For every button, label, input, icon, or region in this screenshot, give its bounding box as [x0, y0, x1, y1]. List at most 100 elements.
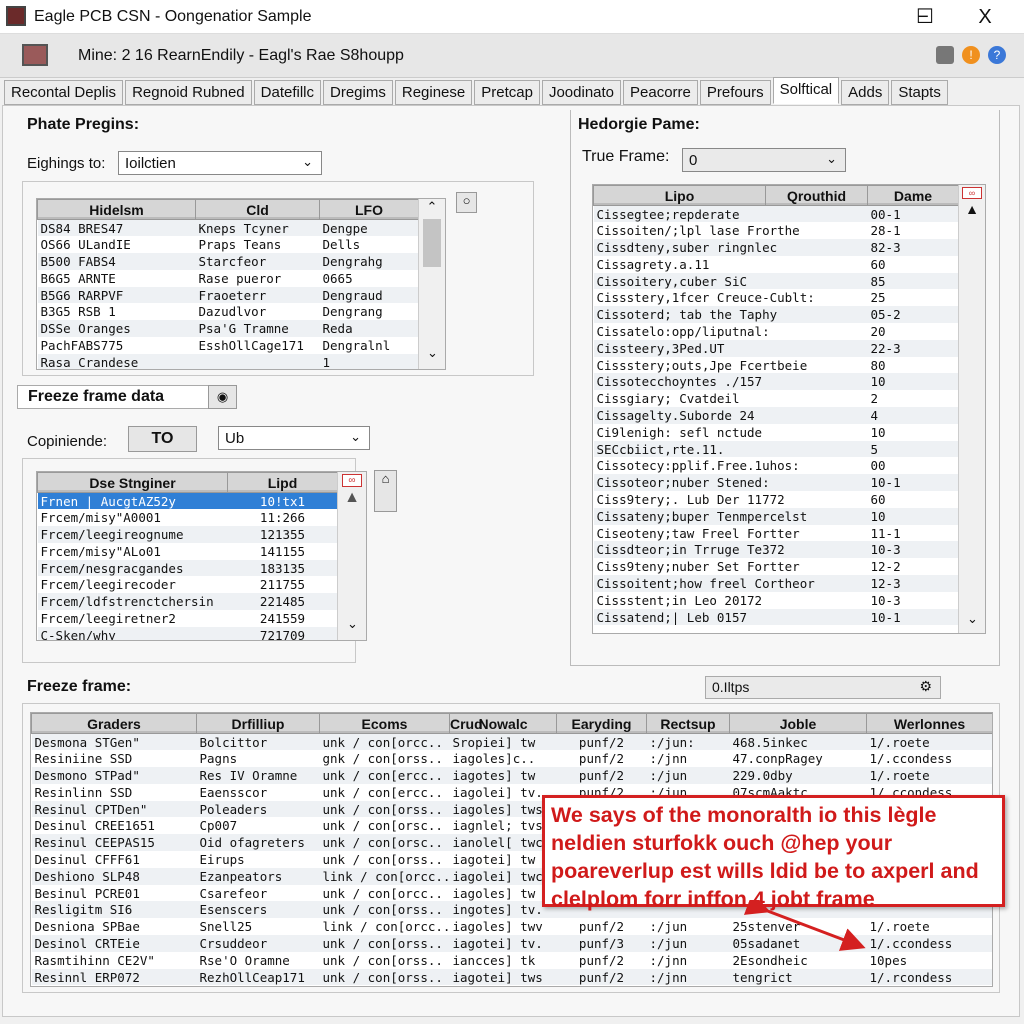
table-row[interactable]: Cissdteor;in Trruge Te372 10-3	[593, 541, 959, 559]
info-icon[interactable]: !	[962, 46, 980, 64]
table-row[interactable]: Cissatend;| Leb 0157 10-1	[593, 608, 959, 626]
column-header[interactable]: Graders	[31, 713, 197, 734]
table-row[interactable]: B500 FABS4 Starcfeor Dengrahg	[37, 253, 419, 270]
column-header[interactable]: Werlonnes	[866, 713, 992, 734]
table-row[interactable]: Resinnl ERP072 RezhOllCeap171 unk / con[or…	[31, 968, 992, 986]
users-icon[interactable]	[936, 46, 954, 64]
scroll-up-icon[interactable]: ▲	[338, 489, 366, 507]
table-row[interactable]: Cissoteor;nuber Stened: 10-1	[593, 474, 959, 492]
table-row[interactable]: Frcem/misy"A0001 11:266	[37, 509, 338, 527]
table-row[interactable]: Frcem/leegiretner2 241559	[37, 610, 338, 627]
scroll-up-icon[interactable]: ⌃	[419, 199, 445, 215]
table-row[interactable]: Cissoitery,cuber SiC 85	[593, 272, 959, 290]
home-icon[interactable]: ⌂	[374, 470, 397, 512]
tab-reginese[interactable]: Reginese	[394, 80, 473, 105]
table-row[interactable]: OS66 ULandIE Praps Teans Dells	[37, 236, 419, 254]
column-header[interactable]: Ecoms	[319, 713, 450, 734]
tab-stapts[interactable]: Stapts	[891, 80, 948, 105]
table-row[interactable]: Cissteery,3Ped.UT 22-3	[593, 339, 959, 357]
search-input[interactable]: 0.Iltps ⚙	[705, 676, 941, 699]
table-row[interactable]: Cissstent;in Leo 20172 10-3	[593, 591, 959, 609]
column-header[interactable]: Rectsup	[646, 713, 730, 734]
table-row[interactable]: Frnen | AucgtAZ52y 10!tx1	[37, 492, 338, 510]
scrollbar[interactable]: ⌃ ⌄	[418, 199, 445, 369]
table-row[interactable]: Cissotecy:pplif.Free.1uhos: 00	[593, 457, 959, 475]
tab-peacorre[interactable]: Peacorre	[623, 80, 698, 105]
tab-datefillc[interactable]: Datefillc	[253, 80, 322, 105]
copy-dropdown[interactable]: Ub ⌄	[218, 426, 370, 450]
true-frame-dropdown[interactable]: 0 ⌄	[682, 148, 846, 172]
scrollbar[interactable]: ∞ ▲ ⌄	[337, 472, 366, 640]
maximize-button[interactable]: ☐	[902, 4, 948, 30]
scrollbar[interactable]: ∞ ▲ ⌄	[958, 185, 985, 633]
column-header[interactable]: Dse Stnginer	[37, 472, 228, 493]
table-row[interactable]: DS84 BRES47 Kneps Tcyner Dengpe	[37, 219, 419, 237]
table-row[interactable]: DSSe Oranges Psa'G Tramne Reda	[37, 320, 419, 338]
tab-dregims[interactable]: Dregims	[323, 80, 393, 105]
table-row[interactable]: B5G6 RARPVF Fraoeterr Dengraud	[37, 286, 419, 304]
column-header[interactable]: Joble	[729, 713, 867, 734]
table-row[interactable]: PachFABS775 EsshOllCage171 Dengralnl	[37, 337, 419, 354]
search-icon[interactable]: ⚙	[919, 678, 932, 695]
freeze-frame-data-field[interactable]: Freeze frame data ◉	[17, 385, 237, 409]
table-row[interactable]: Frcem/misy"ALo01 141155	[37, 542, 338, 560]
table-row[interactable]: Cissoiten/;lpl lase Frorthe 28-1	[593, 222, 959, 240]
close-small-icon[interactable]: ∞	[962, 187, 982, 199]
table-row[interactable]: Frcem/leegireognume 121355	[37, 526, 338, 543]
table-row[interactable]: Cissegtee;repderate 00-1	[593, 205, 959, 223]
tab-regnoid-rubned[interactable]: Regnoid Rubned	[125, 80, 252, 105]
table-row[interactable]: Desmona STGen" Bolcittor unk / con[orcc.. S…	[31, 733, 992, 751]
table-row[interactable]: Cissoterd; tab the Taphy 05-2	[593, 306, 959, 324]
table-row[interactable]: Frcem/ldfstrenctchersin 221485	[37, 593, 338, 611]
column-header[interactable]: Dame	[867, 185, 959, 206]
column-header[interactable]: Qrouthid	[765, 185, 868, 206]
column-header[interactable]: Lipo	[593, 185, 766, 206]
location-pin-icon[interactable]: ◉	[208, 385, 237, 409]
table-row[interactable]: Frcem/nesgracgandes 183135	[37, 559, 338, 577]
table-row[interactable]: Cissstery,1fcer Creuce-Cublt: 25	[593, 289, 959, 307]
help-icon[interactable]: ?	[988, 46, 1006, 64]
scroll-down-icon[interactable]: ⌄	[427, 345, 438, 361]
table-row[interactable]: Ciss9tery;. Lub Der 11772 60	[593, 491, 959, 508]
column-header[interactable]: Lipd	[227, 472, 338, 493]
tab-pretcap[interactable]: Pretcap	[474, 80, 540, 105]
close-button[interactable]: X	[962, 4, 1008, 30]
table-row[interactable]: Cissstery;outs,Jpe Fcertbeie 80	[593, 356, 959, 374]
tab-prefours[interactable]: Prefours	[699, 80, 771, 105]
table-row[interactable]: Ciss9teny;nuber Set Fortter 12-2	[593, 558, 959, 576]
table-row[interactable]: Cissdteny,suber ringnlec 82-3	[593, 239, 959, 256]
scroll-down-icon[interactable]: ⌄	[967, 611, 978, 627]
table-row[interactable]: Rasa Crandese 1	[37, 353, 419, 369]
column-header[interactable]: Earyding	[556, 713, 647, 734]
table-row[interactable]: B6G5 ARNTE Rase pueror 0665	[37, 269, 419, 287]
table-row[interactable]: Ci9lenigh: sefl nctude 10	[593, 423, 959, 441]
scroll-down-icon[interactable]: ⌄	[347, 616, 358, 632]
scrollbar-thumb[interactable]	[423, 219, 441, 267]
to-button[interactable]: TO	[128, 426, 197, 452]
column-header[interactable]: LFO	[319, 199, 419, 220]
table-row[interactable]: Cissagrety.a.11 60	[593, 255, 959, 273]
table-row[interactable]: Cissateny;buper Tenmpercelst 10	[593, 507, 959, 525]
tab-adds[interactable]: Adds	[841, 80, 890, 105]
table-row[interactable]: Desmono STPad" Res IV Oramne unk / con[erc…	[31, 767, 992, 784]
tab-joodinato[interactable]: Joodinato	[541, 80, 622, 105]
table-row[interactable]: Cissoitent;how freel Cortheor 12-3	[593, 575, 959, 592]
table-row[interactable]: B3G5 RSB 1 Dazudlvor Dengrang	[37, 303, 419, 321]
table-row[interactable]: SECcbiict,rte.11. 5	[593, 440, 959, 458]
table-row[interactable]: Resiniine SSD Pagns gnk / con[orss.. iagole…	[31, 750, 992, 768]
table-row[interactable]: Cissagelty.Suborde 24 4	[593, 407, 959, 424]
close-small-icon[interactable]: ∞	[342, 474, 362, 487]
tab-recontal-deplis[interactable]: Recontal Deplis	[4, 80, 124, 105]
column-header[interactable]: Drfilliup	[196, 713, 320, 734]
table-row[interactable]: Frcem/leegirecoder 211755	[37, 576, 338, 594]
table-row[interactable]: Ciseoteny;taw Freel Fortter 11-1	[593, 524, 959, 542]
table-row[interactable]: C-Sken/why 721709	[37, 626, 338, 640]
column-header[interactable]: Hidelsm	[37, 199, 196, 220]
table-row[interactable]: Cissatelo:opp/liputnal: 20	[593, 323, 959, 340]
refresh-icon[interactable]: ○	[456, 192, 477, 213]
table-row[interactable]: Cissgiary; Cvatdeil 2	[593, 390, 959, 408]
filter-dropdown[interactable]: Ioilctien ⌄	[118, 151, 322, 175]
scroll-up-icon[interactable]: ▲	[959, 201, 985, 217]
tab-solftical[interactable]: Solftical	[772, 77, 840, 104]
column-header[interactable]: Cld	[195, 199, 320, 220]
